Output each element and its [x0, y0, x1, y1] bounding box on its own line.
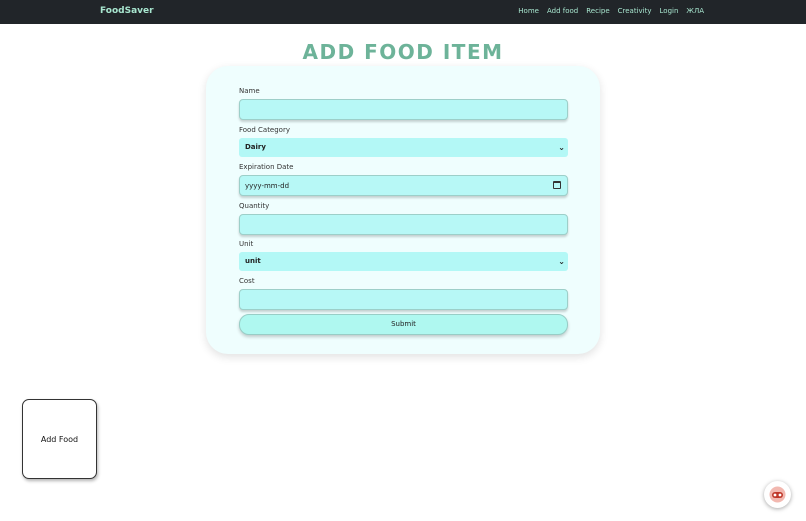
quantity-label: Quantity: [239, 202, 270, 210]
food-category-value: Dairy: [245, 143, 266, 151]
name-input[interactable]: [239, 99, 568, 120]
name-label: Name: [239, 87, 260, 95]
food-category-select[interactable]: Dairy ⌄: [239, 138, 568, 157]
quantity-input[interactable]: [239, 214, 568, 235]
expiration-date-label: Expiration Date: [239, 163, 294, 171]
navbar: FoodSaver Home Add food Recipe Creativit…: [0, 0, 806, 24]
chevron-down-icon: ⌄: [558, 143, 565, 152]
cost-input[interactable]: [239, 289, 568, 310]
unit-value: unit: [245, 257, 261, 265]
nav-link-language[interactable]: ЖЛА: [686, 7, 704, 15]
chevron-down-icon: ⌄: [558, 257, 565, 266]
add-food-card-label: Add Food: [40, 434, 79, 444]
food-category-label: Food Category: [239, 126, 290, 134]
submit-button[interactable]: Submit: [239, 314, 568, 335]
page-title: ADD FOOD ITEM: [302, 40, 504, 64]
nav-link-recipe[interactable]: Recipe: [586, 7, 609, 15]
nav-links: Home Add food Recipe Creativity Login ЖЛ…: [518, 7, 704, 15]
unit-label: Unit: [239, 240, 254, 248]
calendar-icon[interactable]: [553, 181, 561, 189]
chat-button[interactable]: [764, 481, 791, 508]
unit-select[interactable]: unit ⌄: [239, 252, 568, 271]
brand-logo[interactable]: FoodSaver: [100, 6, 154, 16]
nav-link-login[interactable]: Login: [660, 7, 679, 15]
expiration-date-placeholder: yyyy-mm-dd: [245, 182, 290, 190]
chat-bot-icon: [769, 486, 786, 503]
nav-link-home[interactable]: Home: [518, 7, 539, 15]
cost-label: Cost: [239, 277, 255, 285]
add-food-card[interactable]: Add Food: [22, 399, 97, 479]
expiration-date-input[interactable]: yyyy-mm-dd: [239, 175, 568, 196]
nav-link-creativity[interactable]: Creativity: [618, 7, 652, 15]
nav-link-add-food[interactable]: Add food: [547, 7, 578, 15]
